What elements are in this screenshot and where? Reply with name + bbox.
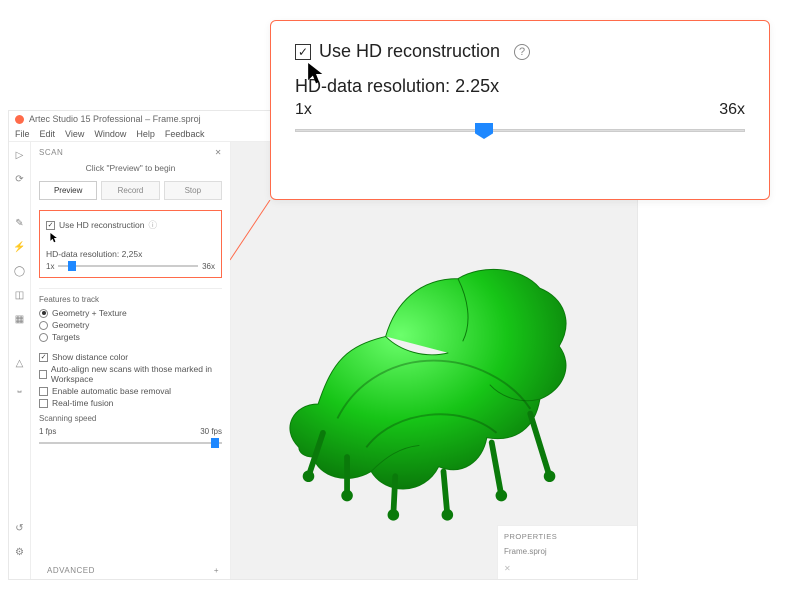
hd-settings-box: ✓ Use HD reconstruction ⓘ HD-data resolu…: [39, 210, 222, 278]
refresh-icon[interactable]: ⟳: [13, 172, 27, 186]
viewport-3d[interactable]: PROPERTIES Frame.sproj ✕: [231, 142, 637, 579]
callout-slider-min: 1x: [295, 101, 312, 119]
scan-panel: SCAN ✕ Click "Preview" to begin Preview …: [31, 142, 231, 579]
preview-hint: Click "Preview" to begin: [39, 163, 222, 173]
bracket-icon[interactable]: ⎵: [13, 380, 27, 394]
speed-min: 1 fps: [39, 427, 56, 436]
play-icon[interactable]: ▷: [13, 148, 27, 162]
bolt-icon[interactable]: ⚡: [13, 240, 27, 254]
triangle-icon[interactable]: △: [13, 356, 27, 370]
callout-popup: ✓ Use HD reconstruction ? HD-data resolu…: [270, 20, 770, 200]
callout-slider[interactable]: [295, 121, 745, 141]
cursor-icon-small: [50, 233, 215, 245]
radio-targets[interactable]: [39, 333, 48, 342]
stop-button[interactable]: Stop: [164, 181, 222, 200]
callout-help-icon[interactable]: ?: [514, 44, 530, 60]
callout-hd-label: Use HD reconstruction: [319, 41, 500, 62]
radio-geo-tex-label: Geometry + Texture: [52, 308, 127, 318]
panel-title: SCAN: [39, 148, 63, 157]
history-icon[interactable]: ↺: [13, 521, 27, 535]
chk-auto-align-label: Auto-align new scans with those marked i…: [51, 364, 222, 384]
chk-auto-base-label: Enable automatic base removal: [52, 386, 171, 396]
help-icon[interactable]: ⓘ: [149, 219, 158, 231]
radio-geo-label: Geometry: [52, 320, 89, 330]
window-title: Artec Studio 15 Professional – Frame.spr…: [29, 114, 201, 124]
chk-rt-fusion[interactable]: [39, 399, 48, 408]
scan-mesh: [231, 142, 637, 579]
record-button[interactable]: Record: [101, 181, 159, 200]
features-title: Features to track: [39, 295, 222, 304]
radio-geo[interactable]: [39, 321, 48, 330]
callout-hd-checkbox[interactable]: ✓: [295, 44, 311, 60]
hd-checkbox-label: Use HD reconstruction: [59, 220, 145, 230]
left-toolbar: ▷ ⟳ ✎ ⚡ ◯ ◫ ▦ △ ⎵ ↺ ⚙: [9, 142, 31, 579]
advanced-toggle[interactable]: ADVANCED: [47, 566, 95, 575]
hd-slider-max: 36x: [202, 262, 215, 271]
hd-slider[interactable]: [58, 261, 198, 271]
menu-feedback[interactable]: Feedback: [165, 129, 205, 139]
properties-file: Frame.sproj: [504, 547, 631, 556]
chk-auto-align[interactable]: [39, 370, 47, 379]
hd-checkbox[interactable]: ✓: [46, 221, 55, 230]
preview-button[interactable]: Preview: [39, 181, 97, 200]
radio-targets-label: Targets: [52, 332, 80, 342]
chk-rt-fusion-label: Real-time fusion: [52, 398, 113, 408]
menu-help[interactable]: Help: [136, 129, 155, 139]
speed-max: 30 fps: [200, 427, 222, 436]
radio-geo-tex[interactable]: [39, 309, 48, 318]
chk-show-distance[interactable]: ✓: [39, 353, 48, 362]
cube-icon[interactable]: ◫: [13, 288, 27, 302]
advanced-plus-icon[interactable]: +: [214, 566, 219, 575]
panel-close-icon[interactable]: ✕: [215, 148, 222, 157]
menu-window[interactable]: Window: [94, 129, 126, 139]
properties-panel: PROPERTIES Frame.sproj ✕: [497, 525, 637, 579]
callout-slider-max: 36x: [719, 101, 745, 119]
app-logo-icon: [15, 115, 24, 124]
callout-resolution-label: HD-data resolution: 2.25x: [295, 76, 745, 97]
speed-slider-thumb[interactable]: [211, 438, 219, 448]
speed-slider[interactable]: [39, 438, 222, 448]
hd-slider-min: 1x: [46, 262, 54, 271]
chk-show-distance-label: Show distance color: [52, 352, 128, 362]
circle-icon[interactable]: ◯: [13, 264, 27, 278]
hd-slider-thumb[interactable]: [68, 261, 76, 271]
properties-close-icon[interactable]: ✕: [504, 564, 631, 573]
menu-edit[interactable]: Edit: [40, 129, 56, 139]
speed-title: Scanning speed: [39, 414, 222, 423]
menu-view[interactable]: View: [65, 129, 84, 139]
chk-auto-base[interactable]: [39, 387, 48, 396]
properties-title: PROPERTIES: [504, 532, 631, 541]
pencil-icon[interactable]: ✎: [13, 216, 27, 230]
callout-slider-thumb[interactable]: [475, 123, 493, 139]
grid-icon[interactable]: ▦: [13, 312, 27, 326]
menu-file[interactable]: File: [15, 129, 30, 139]
cursor-icon: [307, 63, 323, 79]
hd-resolution-label: HD-data resolution: 2,25x: [46, 249, 215, 259]
gear-icon[interactable]: ⚙: [13, 545, 27, 559]
